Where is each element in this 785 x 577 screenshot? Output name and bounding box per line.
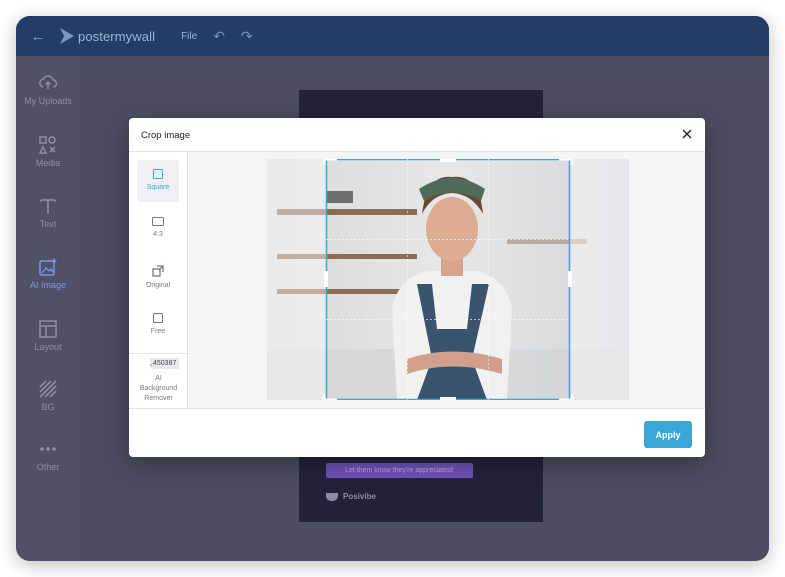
- crop-image-preview[interactable]: [267, 159, 629, 400]
- poster-brand-name: Posivibe: [343, 492, 376, 501]
- apply-button[interactable]: Apply: [644, 421, 692, 448]
- redo-icon[interactable]: ↷: [241, 28, 253, 45]
- sidebar-item-layout[interactable]: Layout: [16, 319, 80, 352]
- original-ratio-icon: [152, 265, 164, 277]
- background-icon: [39, 380, 57, 398]
- cup-logo-icon: [326, 492, 338, 501]
- sidebar-item-bg[interactable]: BG: [16, 379, 80, 412]
- ai-image-icon: [39, 258, 57, 276]
- sidebar-item-ai-image[interactable]: AI Image: [16, 257, 80, 290]
- free-shape-icon: [153, 313, 163, 323]
- square-shape-icon: [153, 169, 163, 179]
- dialog-title: Crop image: [141, 130, 191, 141]
- photo-woman-apron: [267, 159, 629, 400]
- crop-workspace: [189, 152, 705, 408]
- ai-credit-badge: 450387: [150, 358, 180, 369]
- brand-logo[interactable]: postermywall: [60, 28, 155, 44]
- sidebar-item-label: Other: [36, 462, 60, 472]
- crop-option-free[interactable]: Free: [137, 304, 179, 346]
- ai-option-label: AI Background Remover: [129, 374, 188, 404]
- back-arrow-icon[interactable]: ←: [28, 26, 48, 46]
- more-dots-icon: [40, 447, 56, 451]
- sidebar-item-label: BG: [41, 402, 55, 412]
- ai-background-remover-option[interactable]: 450387 ˇ AI Background Remover: [129, 353, 188, 408]
- brand-name: postermywall: [78, 28, 156, 44]
- sidebar: My Uploads Media Text AI Image Layout BG…: [16, 56, 80, 561]
- layout-icon: [39, 320, 57, 338]
- crop-option-4-3[interactable]: 4:3: [137, 208, 179, 250]
- crop-option-label: Free: [150, 328, 166, 335]
- ai-label-line: Background: [139, 385, 178, 392]
- close-icon[interactable]: [679, 126, 695, 142]
- upload-cloud-icon: [39, 75, 58, 89]
- media-icon: [38, 136, 56, 154]
- undo-icon[interactable]: ↶: [213, 28, 225, 45]
- crop-option-original[interactable]: Original: [137, 256, 179, 298]
- sidebar-item-label: Text: [39, 219, 57, 229]
- sidebar-item-other[interactable]: Other: [16, 439, 80, 472]
- crop-option-label: 4:3: [153, 231, 163, 238]
- crop-image-dialog: Crop image Square 4:3 Original Free 4503…: [129, 118, 705, 457]
- sidebar-item-media[interactable]: Media: [16, 135, 80, 168]
- ratio-4-3-icon: [152, 217, 164, 226]
- app-window: ← postermywall File ↶ ↷ My Uploads Media…: [16, 16, 769, 561]
- brand-logo-mark: [60, 28, 74, 44]
- sidebar-item-label: My Uploads: [24, 96, 72, 106]
- crop-option-square[interactable]: Square: [137, 160, 179, 202]
- crop-option-label: Square: [146, 184, 170, 191]
- sidebar-item-label: AI Image: [29, 280, 67, 290]
- crop-option-label: Original: [145, 282, 171, 289]
- caret-down-icon: ˇ: [150, 365, 153, 372]
- poster-cta-text[interactable]: Let them know they're appreciated!: [326, 463, 473, 478]
- dialog-header: Crop image: [129, 118, 705, 152]
- ai-label-line: AI: [155, 375, 162, 382]
- text-icon: [40, 199, 56, 214]
- file-menu[interactable]: File: [181, 31, 197, 42]
- dialog-footer: Apply: [129, 408, 705, 457]
- sidebar-item-label: Layout: [34, 342, 62, 352]
- sidebar-item-my-uploads[interactable]: My Uploads: [16, 73, 80, 106]
- ai-label-line: Remover: [144, 395, 173, 402]
- sidebar-item-label: Media: [35, 158, 61, 168]
- poster-brand[interactable]: Posivibe: [326, 492, 376, 501]
- crop-options: Square 4:3 Original Free 450387 ˇ AI Bac…: [129, 152, 188, 408]
- top-bar: ← postermywall File ↶ ↷: [16, 16, 769, 56]
- sidebar-item-text[interactable]: Text: [16, 196, 80, 229]
